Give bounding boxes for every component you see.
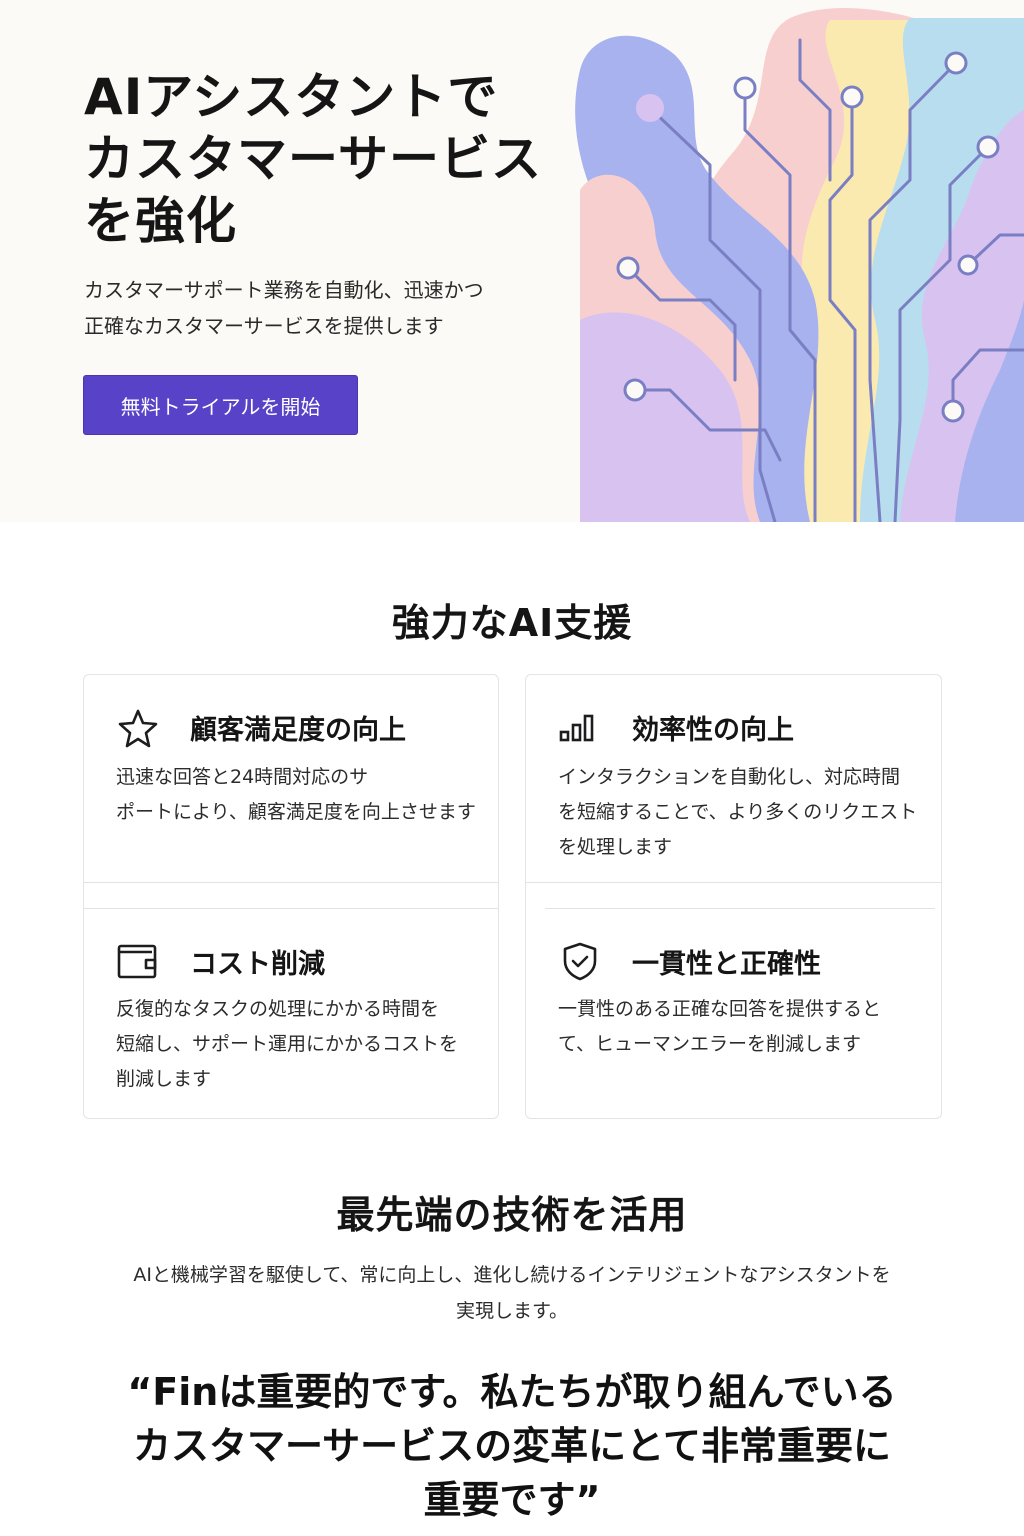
tech-description-line: 実現します。: [455, 1300, 569, 1322]
feature-description-line: 一貫性のある正確な回答を提供すると: [558, 998, 882, 1020]
shield-check-icon: [563, 942, 597, 981]
card-divider: [84, 908, 498, 909]
start-free-trial-button[interactable]: 無料トライアルを開始: [83, 375, 358, 435]
feature-description-line: て、ヒューマンエラーを削減します: [558, 1033, 862, 1055]
features-title: 強力なAI支援: [391, 601, 633, 645]
feature-description: インタラクションを自動化し、対応時間 を短縮することで、より多くのリクエスト を…: [558, 760, 918, 865]
feature-description: 一貫性のある正確な回答を提供すると て、ヒューマンエラーを削減します: [558, 992, 918, 1062]
feature-description-line: を処理します: [558, 836, 673, 858]
feature-description-line: ポートにより、顧客満足度を向上させます: [116, 801, 476, 823]
feature-description-line: 反復的なタスクの処理にかかる時間を: [116, 998, 440, 1020]
hero-title: AIアシスタントで カスタマーサービス を強化: [84, 66, 574, 252]
bar-chart-icon: [559, 714, 594, 742]
tech-title: 最先端の技術を活用: [336, 1193, 688, 1237]
feature-description-line: 短縮し、サポート運用にかかるコストを: [116, 1033, 459, 1055]
hero-section: AIアシスタントで カスタマーサービス を強化 カスタマーサポート業務を自動化、…: [0, 0, 1024, 522]
quote-line: “Finは重要的です。私たちが取り組んでいる: [127, 1370, 897, 1414]
circuit-illustration: [575, 8, 1024, 522]
feature-title: 効率性の向上: [632, 715, 794, 746]
quote-line: 重要です”: [423, 1478, 601, 1522]
tech-description-line: AIと機械学習を駆使して、常に向上し、進化し続けるインテリジェントなアシスタント…: [133, 1264, 891, 1286]
feature-cost-reduction: コスト削減 反復的なタスクの処理にかかる時間を 短縮し、サポート運用にかかるコス…: [116, 940, 486, 1100]
feature-efficiency: 効率性の向上 インタラクションを自動化し、対応時間 を短縮することで、より多くの…: [558, 706, 928, 866]
feature-description: 迅速な回答と24時間対応のサ ポートにより、顧客満足度を向上させます: [116, 760, 476, 830]
card-divider: [545, 908, 935, 909]
feature-title: 顧客満足度の向上: [190, 715, 406, 746]
hero-subtitle: カスタマーサポート業務を自動化、迅速かつ 正確なカスタマーサービスを提供します: [84, 272, 554, 344]
feature-description-line: を短縮することで、より多くのリクエスト: [558, 801, 918, 823]
wallet-icon: [117, 944, 157, 979]
testimonial-quote: “Finは重要的です。私たちが取り組んでいる カスタマーサービスの変革にとて非常…: [70, 1365, 954, 1527]
hero-subtitle-line: カスタマーサポート業務を自動化、迅速かつ: [84, 278, 484, 302]
feature-description-line: 迅速な回答と24時間対応のサ: [116, 766, 369, 788]
card-divider: [526, 882, 941, 883]
star-icon: [118, 709, 158, 748]
feature-title: コスト削減: [190, 949, 325, 980]
feature-title: 一貫性と正確性: [632, 949, 821, 980]
card-divider: [84, 882, 498, 883]
hero-title-line: を強化: [84, 192, 237, 250]
hero-subtitle-line: 正確なカスタマーサービスを提供します: [84, 314, 444, 338]
feature-customer-satisfaction: 顧客満足度の向上 迅速な回答と24時間対応のサ ポートにより、顧客満足度を向上さ…: [116, 706, 486, 856]
tech-description: AIと機械学習を駆使して、常に向上し、進化し続けるインテリジェントなアシスタント…: [120, 1257, 904, 1329]
feature-description: 反復的なタスクの処理にかかる時間を 短縮し、サポート運用にかかるコストを 削減し…: [116, 992, 476, 1097]
quote-line: カスタマーサービスの変革にとて非常重要に: [132, 1424, 892, 1468]
feature-description-line: インタラクションを自動化し、対応時間: [558, 766, 901, 788]
feature-description-line: 削減します: [116, 1068, 212, 1090]
hero-title-line: カスタマーサービス: [84, 130, 542, 188]
hero-title-line: AIアシスタントで: [84, 68, 499, 126]
feature-consistency-accuracy: 一貫性と正確性 一貫性のある正確な回答を提供すると て、ヒューマンエラーを削減し…: [558, 940, 928, 1070]
